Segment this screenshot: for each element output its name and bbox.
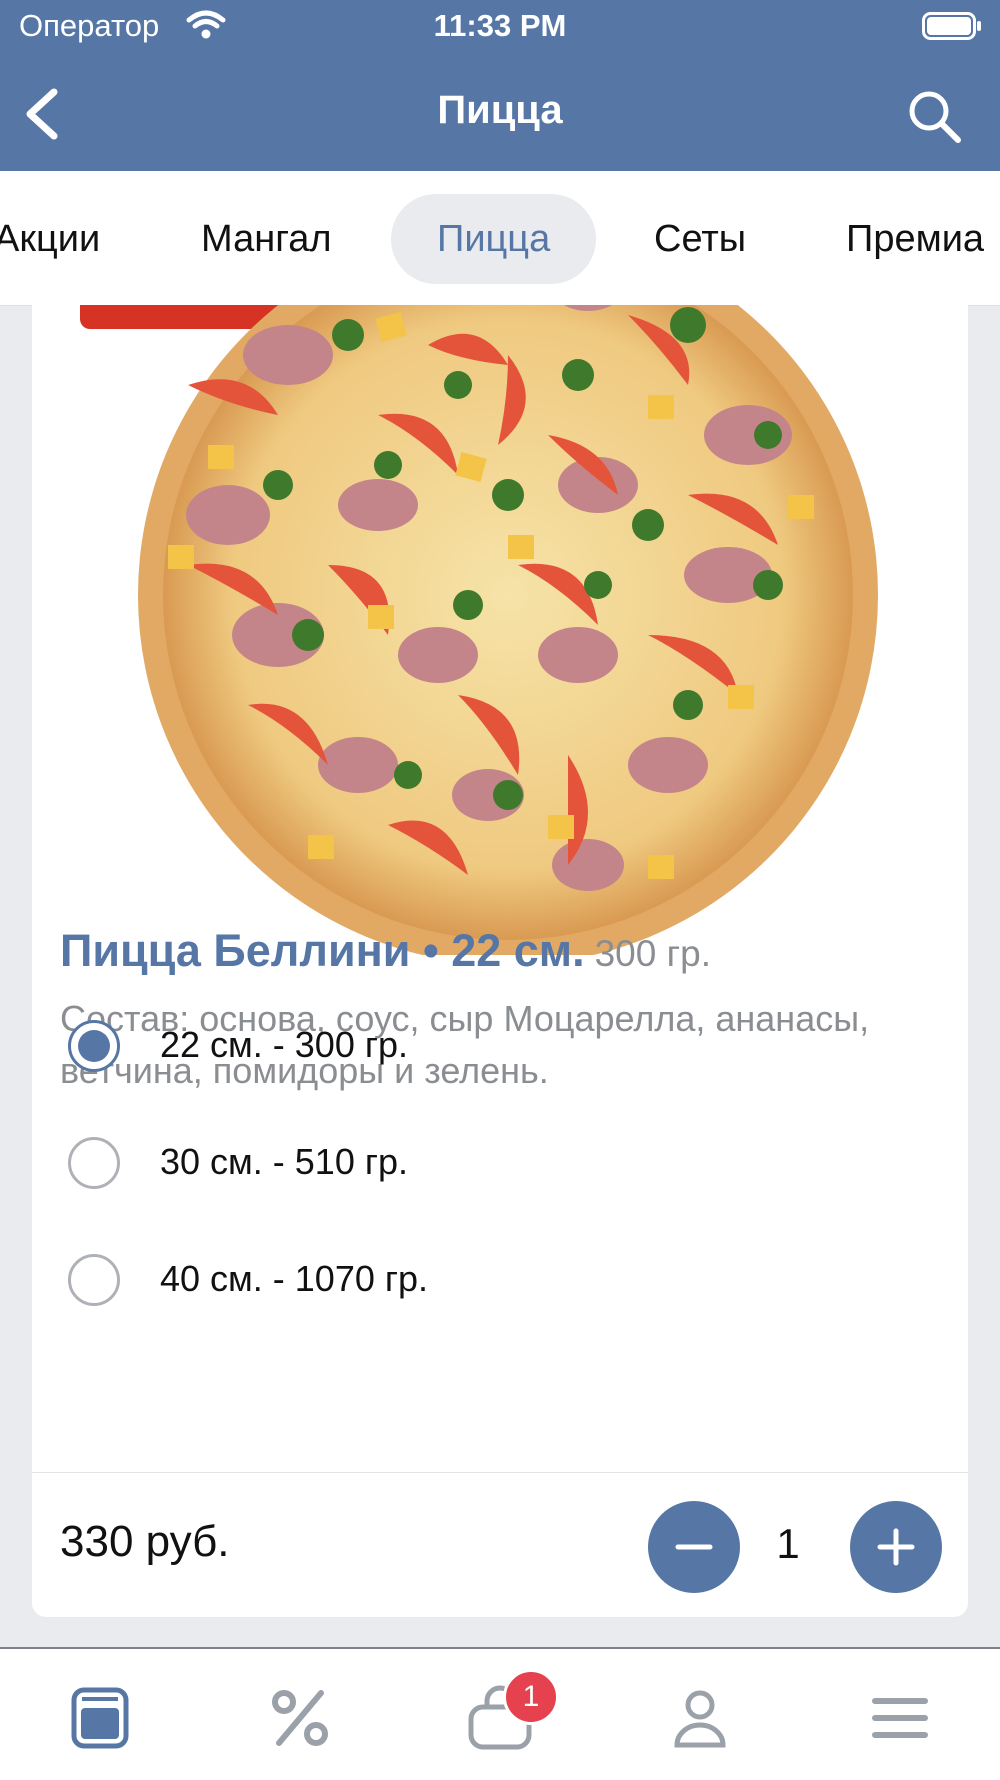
plus-icon [877,1528,915,1566]
radio-button[interactable] [68,1254,120,1306]
hamburger-icon[interactable] [865,1683,935,1753]
tab-akcii[interactable]: Акции [0,194,100,284]
size-option-22[interactable]: 22 см. - 300 гр. [68,1012,928,1082]
tab-sety[interactable]: Сеты [654,194,746,284]
product-title: Пицца Беллини • 22 см. [60,925,585,976]
percent-icon[interactable] [265,1683,335,1753]
bottom-tab-bar: 1 [0,1647,1000,1780]
size-option-label: 30 см. - 510 гр. [160,1141,409,1182]
divider [32,1472,968,1473]
search-icon[interactable] [906,88,962,144]
increment-button[interactable] [850,1501,942,1593]
status-bar: Оператор 11:33 PM [0,0,1000,56]
category-tabs: Акции Мангал Пицца Сеты Премиа [0,171,1000,306]
menu-icon[interactable] [65,1683,135,1753]
battery-icon [922,12,981,40]
profile-icon[interactable] [665,1683,735,1753]
radio-button[interactable] [68,1137,120,1189]
tab-premia[interactable]: Премиа [846,194,984,284]
header: Оператор 11:33 PM Пицца [0,0,1000,171]
product-title-line: Пицца Беллини • 22 см. 300 гр. [60,925,940,977]
radio-button-selected[interactable] [68,1020,120,1072]
quantity-value: 1 [776,1520,800,1567]
size-option-label: 40 см. - 1070 гр. [160,1258,429,1299]
product-card: Пицца Беллини • 22 см. 300 гр. Состав: ос… [32,305,968,1617]
minus-icon [675,1544,713,1550]
decrement-button[interactable] [648,1501,740,1593]
tab-pizza[interactable]: Пицца [391,194,597,284]
size-option-40[interactable]: 40 см. - 1070 гр. [68,1246,928,1316]
tab-mangal[interactable]: Мангал [201,194,332,284]
size-option-30[interactable]: 30 см. - 510 гр. [68,1129,928,1199]
status-time: 11:33 PM [433,8,567,43]
cart-count-badge: 1 [503,1669,559,1725]
pizza-image [138,305,878,955]
page-title: Пицца [437,88,563,132]
product-price: 330 руб. [60,1517,230,1566]
size-option-label: 22 см. - 300 гр. [160,1024,409,1065]
product-weight: 300 гр. [594,933,711,974]
